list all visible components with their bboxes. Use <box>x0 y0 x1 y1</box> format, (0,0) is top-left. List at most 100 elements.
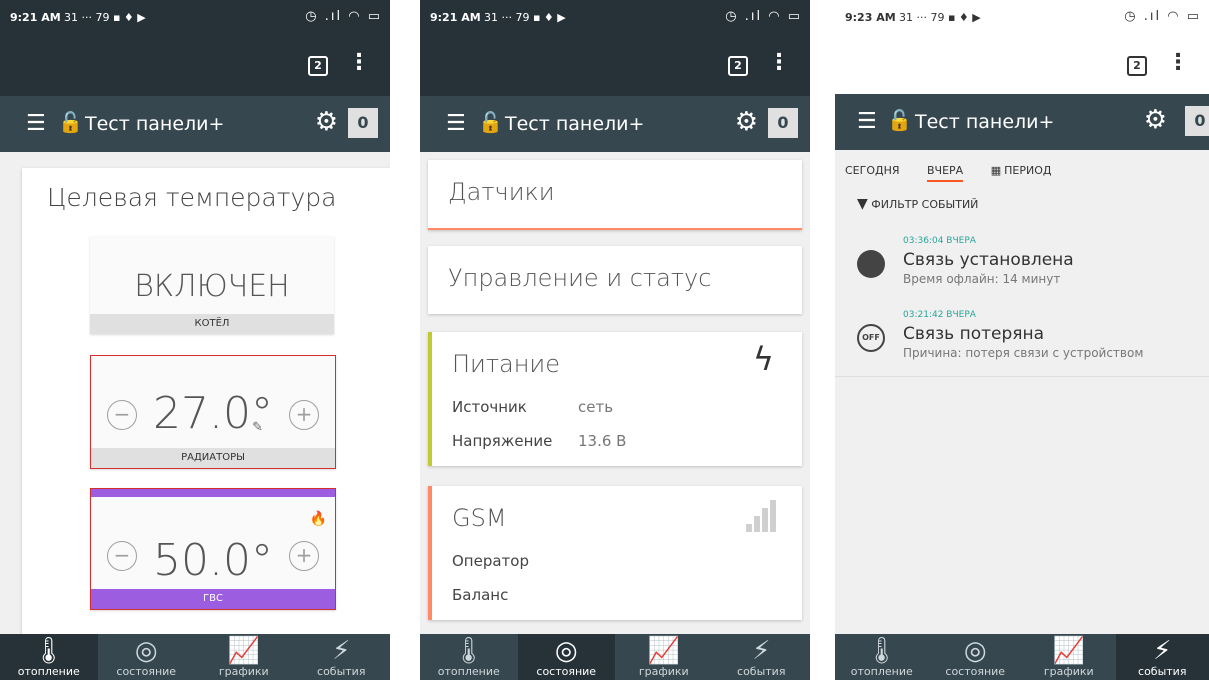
app-title: Тест панели+ <box>505 113 645 135</box>
flame-icon: 🔥 <box>309 511 327 527</box>
tab-period[interactable]: ▦ ПЕРИОД <box>991 164 1076 177</box>
nav-label: события <box>317 665 366 678</box>
nav-charts[interactable]: 📈 графики <box>195 634 293 680</box>
period-tabs: СЕГОДНЯ ВЧЕРА ▦ ПЕРИОД <box>845 164 1099 182</box>
tabs-button[interactable]: 2 <box>1127 56 1147 76</box>
boiler-tile[interactable]: ВКЛЮЧЕН КОТЁЛ <box>90 236 334 334</box>
bottom-nav: 🌡 отопление ◎ состояние 📈 графики ⚡ собы… <box>0 634 390 680</box>
power-section[interactable]: Питание ϟ Источник сеть Напряжение 13.6 … <box>428 332 802 466</box>
filled-circle-icon <box>857 250 885 278</box>
status-screen: 9:21 AM 31 ··· 79 ▪ ♦ ▶ ◷ .ıl ◠ ▭ 2 ⋮ ☰ … <box>420 0 810 680</box>
balance-label: Баланс <box>452 586 509 604</box>
lock-icon[interactable]: 🔓 <box>58 110 83 134</box>
nav-label: события <box>1138 665 1187 678</box>
count-badge[interactable]: 0 <box>1185 106 1209 136</box>
nav-heating[interactable]: 🌡 отопление <box>0 634 98 680</box>
nav-label: состояние <box>536 665 597 678</box>
nav-status[interactable]: ◎ состояние <box>98 634 196 680</box>
plus-button[interactable]: + <box>289 400 319 430</box>
radiators-label: РАДИАТОРЫ <box>91 448 335 468</box>
list-item[interactable]: OFF 03:21:42 ВЧЕРА Связь потеряна Причин… <box>835 302 1209 377</box>
voltage-label: Напряжение <box>452 432 553 450</box>
nav-events[interactable]: ⚡ события <box>293 634 391 680</box>
app-bar: ☰ 🔓 Тест панели+ ⚙ 0 <box>835 94 1209 150</box>
lock-icon[interactable]: 🔓 <box>887 108 912 132</box>
signal-strength-icon <box>746 500 778 532</box>
control-status-section[interactable]: Управление и статус <box>428 246 802 314</box>
tabs-button[interactable]: 2 <box>308 56 328 76</box>
events-screen: 9:23 AM 31 ··· 79 ▪ ♦ ▶ ◷ .ıl ◠ ▭ 2 ⋮ ☰ … <box>835 0 1209 680</box>
gear-icon[interactable]: ⚙ <box>735 107 758 137</box>
gsm-section[interactable]: GSM Оператор Баланс <box>428 486 802 620</box>
nav-label: состояние <box>116 665 177 678</box>
hamburger-menu-icon[interactable]: ☰ <box>446 111 466 136</box>
app-bar: ☰ 🔓 Тест панели+ ⚙ 0 <box>420 96 810 152</box>
hamburger-menu-icon[interactable]: ☰ <box>857 109 877 134</box>
overflow-menu-icon[interactable]: ⋮ <box>348 50 370 76</box>
tabs-button[interactable]: 2 <box>728 56 748 76</box>
tab-period-label: ПЕРИОД <box>1004 164 1052 177</box>
circle-icon: ◎ <box>963 636 987 666</box>
event-title: Связь потеряна <box>903 324 1045 344</box>
gear-icon[interactable]: ⚙ <box>315 107 338 137</box>
count-badge[interactable]: 0 <box>768 108 798 138</box>
section-title: Питание <box>452 350 560 378</box>
hamburger-menu-icon[interactable]: ☰ <box>26 111 46 136</box>
notification-icons: 31 ··· 79 ▪ ♦ ▶ <box>64 11 146 24</box>
overflow-menu-icon[interactable]: ⋮ <box>1167 50 1189 76</box>
section-title: GSM <box>452 504 507 532</box>
browser-bar: 2 ⋮ <box>835 36 1209 96</box>
nav-label: графики <box>638 665 689 678</box>
bolt-icon: ⚡ <box>1153 636 1172 666</box>
app-bar: ☰ 🔓 Тест панели+ ⚙ 0 <box>0 96 390 152</box>
system-icons: ◷ .ıl ◠ ▭ <box>1124 9 1201 24</box>
heating-screen: 9:21 AM 31 ··· 79 ▪ ♦ ▶ ◷ .ıl ◠ ▭ 2 ⋮ ☰ … <box>0 0 390 680</box>
system-icons: ◷ .ıl ◠ ▭ <box>305 9 382 24</box>
tab-today[interactable]: СЕГОДНЯ <box>845 164 900 177</box>
nav-status[interactable]: ◎ состояние <box>929 634 1023 680</box>
count-badge[interactable]: 0 <box>348 108 378 138</box>
nav-heating[interactable]: 🌡 отопление <box>420 634 518 680</box>
browser-bar: 2 ⋮ <box>0 36 390 96</box>
chart-icon: 📈 <box>227 636 260 666</box>
sensors-section[interactable]: Датчики <box>428 160 802 230</box>
nav-charts[interactable]: 📈 графики <box>615 634 713 680</box>
bottom-nav: 🌡 отопление ◎ состояние 📈 графики ⚡ собы… <box>835 634 1209 680</box>
bolt-icon: ϟ <box>752 340 774 378</box>
operator-label: Оператор <box>452 552 529 570</box>
clock: 9:21 AM <box>430 11 481 24</box>
bolt-icon: ⚡ <box>332 636 351 666</box>
source-value: сеть <box>578 398 614 416</box>
chart-icon: 📈 <box>647 636 680 666</box>
pencil-icon[interactable]: ✎ <box>252 420 263 435</box>
event-time: 03:21:42 ВЧЕРА <box>903 310 976 320</box>
event-filter[interactable]: ▼ ФИЛЬТР СОБЫТИЙ <box>857 196 978 212</box>
tab-yesterday[interactable]: ВЧЕРА <box>927 164 964 182</box>
nav-label: отопление <box>850 665 913 678</box>
list-item[interactable]: 03:36:04 ВЧЕРА Связь установлена Время о… <box>835 228 1209 303</box>
plus-button[interactable]: + <box>289 541 319 571</box>
calendar-icon: ▦ <box>990 164 1002 177</box>
off-icon: OFF <box>857 324 885 352</box>
nav-events[interactable]: ⚡ события <box>1115 634 1209 680</box>
source-label: Источник <box>452 398 527 416</box>
event-title: Связь установлена <box>903 250 1074 270</box>
gear-icon[interactable]: ⚙ <box>1144 105 1167 135</box>
system-icons: ◷ .ıl ◠ ▭ <box>725 9 802 24</box>
events-list-area: СЕГОДНЯ ВЧЕРА ▦ ПЕРИОД ▼ ФИЛЬТР СОБЫТИЙ 0… <box>835 152 1209 634</box>
overflow-menu-icon[interactable]: ⋮ <box>768 50 790 76</box>
nav-events[interactable]: ⚡ события <box>713 634 811 680</box>
nav-label: графики <box>218 665 269 678</box>
section-title: Датчики <box>448 178 555 206</box>
nav-status[interactable]: ◎ состояние <box>517 634 615 680</box>
lock-icon[interactable]: 🔓 <box>478 110 503 134</box>
dhw-tile[interactable]: 🔥 − 50.0° + ГВС <box>90 488 336 610</box>
bolt-icon: ⚡ <box>752 636 771 666</box>
clock: 9:23 AM <box>845 11 896 24</box>
nav-charts[interactable]: 📈 графики <box>1022 634 1116 680</box>
nav-heating[interactable]: 🌡 отопление <box>835 634 929 680</box>
dhw-label: ГВС <box>91 589 335 609</box>
status-bar: 9:21 AM 31 ··· 79 ▪ ♦ ▶ ◷ .ıl ◠ ▭ <box>420 0 810 36</box>
radiators-tile[interactable]: − 27.0° ✎ + РАДИАТОРЫ <box>90 355 336 469</box>
event-time: 03:36:04 ВЧЕРА <box>903 236 976 246</box>
